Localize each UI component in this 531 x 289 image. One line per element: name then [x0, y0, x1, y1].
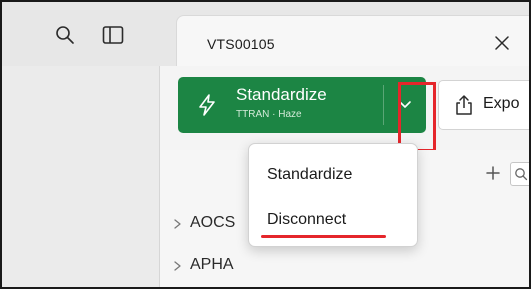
chevron-right-icon	[174, 261, 181, 271]
tab-close-button[interactable]	[489, 30, 515, 56]
menu-item-label: Disconnect	[267, 211, 347, 228]
share-export-icon	[456, 95, 472, 115]
export-button-label: Expo	[483, 95, 520, 112]
close-icon	[495, 36, 509, 50]
list-search-button[interactable]	[510, 162, 529, 186]
document-tab[interactable]: VTS00105	[176, 15, 529, 66]
standardize-button-sublabel: TTRAN · Haze	[236, 109, 302, 120]
tree-item-label: APHA	[190, 256, 234, 273]
tab-strip: VTS00105	[160, 2, 529, 66]
export-button[interactable]: Expo	[438, 80, 529, 130]
standardize-dropdown-menu: Standardize Disconnect	[248, 143, 418, 247]
menu-item-standardize[interactable]: Standardize	[249, 157, 419, 195]
sidebar-toggle-button[interactable]	[100, 22, 126, 48]
tree-item-label: AOCS	[190, 214, 236, 231]
plus-icon	[486, 166, 500, 180]
standardize-button[interactable]: Standardize TTRAN · Haze	[178, 77, 383, 133]
lightning-icon	[199, 94, 215, 116]
search-button[interactable]	[52, 22, 78, 48]
standardize-button-label: Standardize	[236, 85, 327, 104]
tree-item-apha[interactable]: APHA	[172, 254, 312, 280]
add-button[interactable]	[482, 162, 504, 184]
search-icon	[56, 26, 74, 44]
tab-title: VTS00105	[207, 36, 275, 52]
chevron-right-icon	[174, 219, 181, 229]
left-pane-header	[2, 2, 160, 66]
sidebar-toggle-icon	[102, 26, 124, 44]
menu-item-label: Standardize	[267, 166, 353, 183]
toolbar: Standardize TTRAN · Haze Expo	[160, 66, 529, 152]
left-pane	[2, 2, 160, 287]
annotation-underline	[261, 235, 386, 238]
app-window: VTS00105 Standardize TTRAN · Haze Expo A…	[0, 0, 531, 289]
search-icon	[515, 168, 528, 181]
annotation-highlight-box	[398, 82, 436, 152]
standardize-split-button: Standardize TTRAN · Haze	[178, 77, 436, 152]
